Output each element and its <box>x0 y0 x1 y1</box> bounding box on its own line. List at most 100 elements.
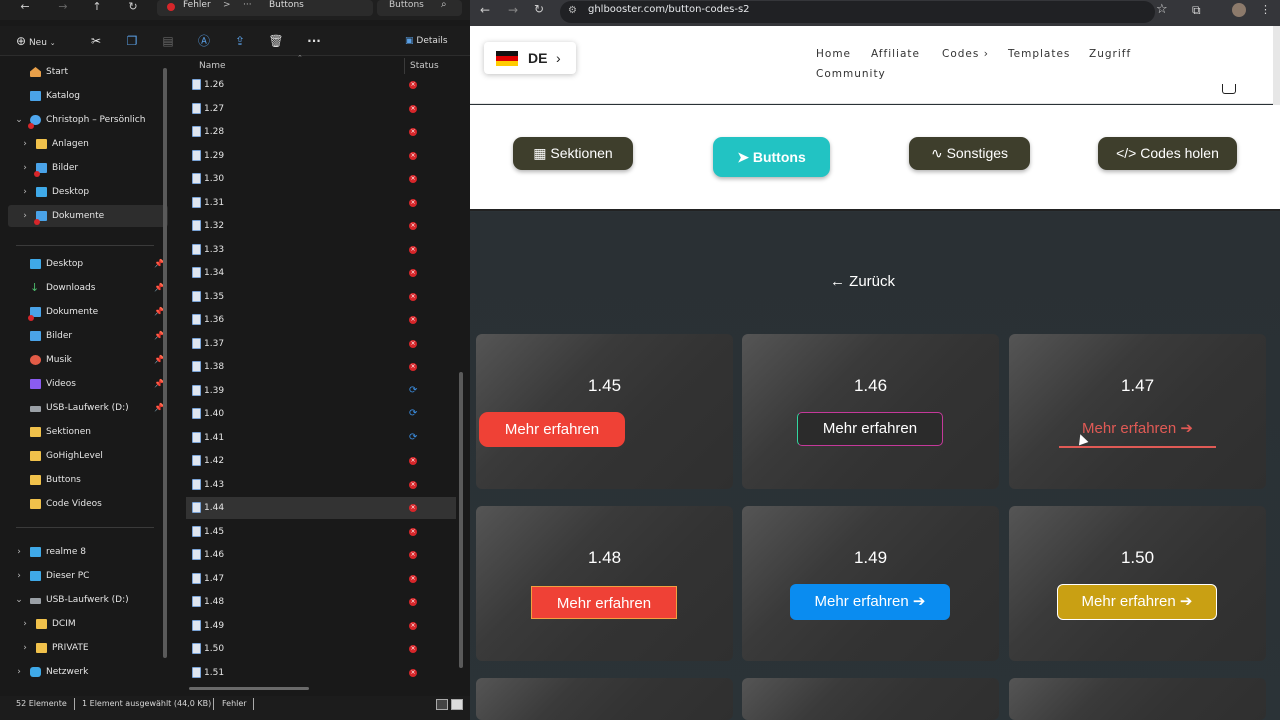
file-row[interactable]: 1.40 ⟳ <box>186 403 456 425</box>
extensions-icon[interactable]: ⧉ <box>1192 3 1201 18</box>
file-row[interactable]: 1.37 × <box>186 333 456 355</box>
nav-scrollbar[interactable] <box>163 68 167 658</box>
mehr-erfahren-button[interactable]: Mehr erfahren <box>797 412 943 446</box>
nav-item[interactable]: Buttons <box>8 469 168 491</box>
forward-arrow-icon[interactable]: → <box>54 0 72 16</box>
file-row[interactable]: 1.36 × <box>186 309 456 331</box>
nav-item[interactable]: Bilder 📌 <box>8 325 168 347</box>
breadcrumb-buttons[interactable]: Buttons <box>269 0 304 11</box>
file-row[interactable]: 1.31 × <box>186 192 456 214</box>
file-row[interactable]: 1.42 × <box>186 450 456 472</box>
menu-codes[interactable]: Codes › <box>942 48 989 60</box>
menu-community[interactable]: Community <box>816 68 886 80</box>
file-row[interactable]: 1.26 × <box>186 74 456 96</box>
refresh-icon[interactable]: ↻ <box>124 0 142 16</box>
nav-item[interactable]: Start <box>8 61 168 83</box>
back-arrow-icon[interactable]: ← <box>16 0 34 16</box>
profile-avatar[interactable] <box>1232 3 1246 17</box>
category-codes-button[interactable]: </> Codes holen <box>1098 137 1237 170</box>
mehr-erfahren-button[interactable]: Mehr erfahren <box>531 586 677 619</box>
url-text[interactable]: ghlbooster.com/button-codes-s2 <box>588 0 750 20</box>
menu-home[interactable]: Home <box>816 48 851 60</box>
nav-item[interactable]: ↓ Downloads 📌 <box>8 277 168 299</box>
chevron-down-icon[interactable]: ⌄ <box>14 589 24 611</box>
file-row[interactable]: 1.48 × <box>186 591 456 613</box>
search-icon[interactable]: ⌕ <box>441 0 447 10</box>
nav-item[interactable]: Desktop 📌 <box>8 253 168 275</box>
file-row[interactable]: 1.39 ⟳ <box>186 380 456 402</box>
file-row[interactable]: 1.49 × <box>186 615 456 637</box>
column-separator[interactable] <box>404 58 405 74</box>
file-row[interactable]: 1.43 × <box>186 474 456 496</box>
bookmark-star-icon[interactable]: ☆ <box>1156 2 1168 17</box>
menu-templates[interactable]: Templates <box>1008 48 1070 60</box>
file-row[interactable]: 1.45 × <box>186 521 456 543</box>
nav-item[interactable]: USB-Laufwerk (D:) 📌 <box>8 397 168 419</box>
menu-zugriff[interactable]: Zugriff <box>1089 48 1131 60</box>
file-row[interactable]: 1.34 × <box>186 262 456 284</box>
chevron-right-icon[interactable]: › <box>20 637 30 659</box>
file-row[interactable]: 1.41 ⟳ <box>186 427 456 449</box>
column-header-status[interactable]: Status <box>410 58 439 74</box>
tiles-view-icon[interactable] <box>451 699 463 710</box>
browser-menu-icon[interactable]: ⋮ <box>1260 3 1271 16</box>
cart-icon[interactable] <box>1222 84 1236 94</box>
rename-icon[interactable]: Ⓐ <box>196 32 212 50</box>
menu-affiliate[interactable]: Affiliate <box>871 48 920 60</box>
nav-item[interactable]: ⌄ Christoph – Persönlich <box>8 109 168 131</box>
back-icon[interactable]: ← <box>480 3 490 17</box>
nav-item[interactable]: › Netzwerk <box>8 661 168 683</box>
file-row[interactable]: 1.47 × <box>186 568 456 590</box>
chevron-right-icon[interactable]: › <box>20 181 30 203</box>
category-buttons-button[interactable]: ➤ Buttons <box>713 137 830 177</box>
delete-icon[interactable]: 🗑 <box>268 32 284 50</box>
nav-item[interactable]: › Dieser PC <box>8 565 168 587</box>
search-box[interactable]: Buttons ⌕ <box>377 0 462 16</box>
column-header-name[interactable]: Name <box>199 58 226 74</box>
nav-item[interactable]: Dokumente 📌 <box>8 301 168 323</box>
copy-icon[interactable]: ❐ <box>124 32 140 50</box>
details-button[interactable]: ▣ Details <box>405 32 455 50</box>
chevron-right-icon[interactable]: › <box>20 157 30 179</box>
nav-item[interactable]: › DCIM <box>8 613 168 635</box>
cut-icon[interactable]: ✂ <box>88 32 104 50</box>
file-row[interactable]: 1.35 × <box>186 286 456 308</box>
nav-item[interactable]: › PRIVATE <box>8 637 168 659</box>
nav-item[interactable]: › Bilder <box>8 157 168 179</box>
chevron-right-icon[interactable]: › <box>14 541 24 563</box>
category-sonstiges-button[interactable]: ∿ Sonstiges <box>909 137 1030 170</box>
breadcrumb-fehler[interactable]: Fehler <box>183 0 211 11</box>
file-row[interactable]: 1.50 × <box>186 638 456 660</box>
file-row[interactable]: 1.44 × <box>186 497 456 519</box>
mehr-erfahren-button[interactable]: Mehr erfahren <box>479 412 625 447</box>
file-list-hscrollbar[interactable] <box>189 687 309 690</box>
chevron-right-icon[interactable]: › <box>14 661 24 683</box>
language-switcher[interactable]: DE › <box>484 42 576 74</box>
list-view-icon[interactable] <box>436 699 448 710</box>
url-bar[interactable]: ⚙ ghlbooster.com/button-codes-s2 <box>560 1 1155 23</box>
category-sektionen-button[interactable]: ▦ Sektionen <box>513 137 633 170</box>
breadcrumb-overflow[interactable]: ··· <box>243 0 252 11</box>
file-row[interactable]: 1.27 × <box>186 98 456 120</box>
more-options-icon[interactable]: ··· <box>305 32 323 50</box>
back-link[interactable]: ← Zurück <box>830 273 895 290</box>
nav-item[interactable]: Code Videos <box>8 493 168 515</box>
up-arrow-icon[interactable]: ↑ <box>88 0 106 16</box>
file-row[interactable]: 1.46 × <box>186 544 456 566</box>
paste-icon[interactable]: ▤ <box>160 32 176 50</box>
chevron-right-icon[interactable]: › <box>20 613 30 635</box>
nav-item[interactable]: Katalog <box>8 85 168 107</box>
file-row[interactable]: 1.33 × <box>186 239 456 261</box>
nav-item[interactable]: › Anlagen <box>8 133 168 155</box>
file-row[interactable]: 1.38 × <box>186 356 456 378</box>
nav-item[interactable]: › Dokumente <box>8 205 168 227</box>
chevron-right-icon[interactable]: › <box>14 565 24 587</box>
nav-item[interactable]: ⌄ USB-Laufwerk (D:) <box>8 589 168 611</box>
file-row[interactable]: 1.51 × <box>186 662 456 684</box>
nav-item[interactable]: › realme 8 <box>8 541 168 563</box>
file-row[interactable]: 1.29 × <box>186 145 456 167</box>
file-row[interactable]: 1.32 × <box>186 215 456 237</box>
nav-item[interactable]: Sektionen <box>8 421 168 443</box>
file-list-scrollbar[interactable] <box>459 372 463 668</box>
mehr-erfahren-button[interactable]: Mehr erfahren ➔ <box>1057 584 1217 620</box>
